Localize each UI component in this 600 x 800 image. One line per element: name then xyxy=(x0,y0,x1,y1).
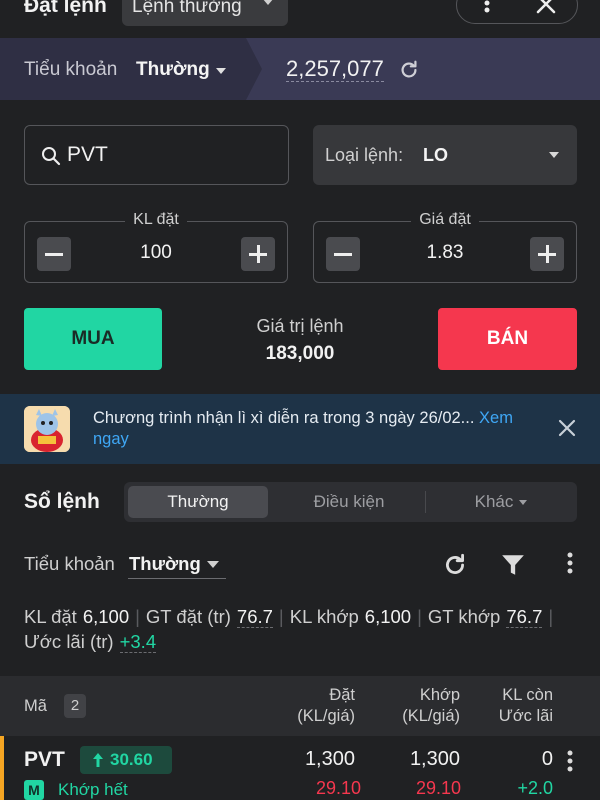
tab-dieu-kien[interactable]: Điều kiện xyxy=(274,486,424,518)
arrow-up-icon xyxy=(93,753,103,767)
chevron-down-icon[interactable] xyxy=(216,68,226,74)
order-mode-dropdown[interactable]: Lệnh thường xyxy=(122,0,288,26)
order-type-label: Loại lệnh: xyxy=(325,145,404,165)
chevron-down-icon[interactable] xyxy=(207,561,219,568)
underline xyxy=(128,578,226,579)
chevron-down-icon xyxy=(519,500,528,506)
column-con-1: KL còn xyxy=(502,686,553,704)
chevron-down-icon xyxy=(549,152,559,158)
status-code-badge: M xyxy=(24,780,44,800)
price-label: Giá đặt xyxy=(411,211,479,228)
row-accent xyxy=(0,736,4,800)
order-book-tabs: Thường Điều kiện Khác xyxy=(124,482,577,522)
kl-dat-value: 6,100 xyxy=(82,606,130,627)
sell-button[interactable]: BÁN xyxy=(438,308,577,370)
more-vertical-icon[interactable] xyxy=(483,0,491,13)
khop-gia: 29.10 xyxy=(415,778,461,798)
tab-thuong[interactable]: Thường xyxy=(128,486,268,518)
symbol-search-input[interactable]: PVT xyxy=(24,125,289,185)
account-bar: Tiểu khoản Thường 2,257,077 xyxy=(0,38,600,100)
order-book-sub-account-label: Tiểu khoản xyxy=(24,553,115,574)
column-khop-1: Khớp xyxy=(419,686,460,704)
order-summary: KL đặt 6,100 | GT đặt (tr) 76.7 | KL khớp 6,100… xyxy=(24,606,554,653)
kl-khop-value: 6,100 xyxy=(364,606,412,627)
column-ma: Mã xyxy=(24,697,47,715)
order-value: 183,000 xyxy=(265,343,335,364)
order-count-badge: 2 xyxy=(64,694,86,718)
promo-text: Chương trình nhận lì xì diễn ra trong 3 … xyxy=(93,409,513,448)
order-type-select[interactable]: Loại lệnh: LO xyxy=(313,125,577,185)
uoc-lai: +2.0 xyxy=(517,778,553,798)
khop-kl: 1,300 xyxy=(409,748,460,770)
quantity-stepper: KL đặt 100 xyxy=(24,211,288,283)
top-bar: Đặt lệnh Lệnh thường xyxy=(0,0,600,38)
more-vertical-icon[interactable] xyxy=(566,551,574,575)
search-icon xyxy=(41,146,61,166)
quantity-increase-button[interactable] xyxy=(241,237,275,271)
column-con-2: Ước lãi xyxy=(498,707,553,725)
order-value-label: Giá trị lệnh xyxy=(256,316,344,336)
order-type-value: LO xyxy=(423,145,448,165)
quantity-label: KL đặt xyxy=(125,211,187,228)
order-book-title: Sổ lệnh xyxy=(24,490,100,513)
order-book-sub-account-select[interactable]: Thường xyxy=(129,553,201,575)
uoc-lai-value: +3.4 xyxy=(119,631,157,653)
buy-button[interactable]: MUA xyxy=(24,308,162,370)
sub-account-select[interactable]: Thường xyxy=(136,59,210,81)
con-kl: 0 xyxy=(541,748,553,770)
more-vertical-icon[interactable] xyxy=(566,750,574,772)
order-table-header: Mã 2 Đặt (KL/giá) Khớp (KL/giá) KL còn Ư… xyxy=(0,676,600,736)
row-symbol: PVT xyxy=(24,748,65,771)
promo-banner[interactable]: Chương trình nhận lì xì diễn ra trong 3 … xyxy=(0,394,600,464)
chevron-down-icon xyxy=(262,0,274,5)
refresh-icon[interactable] xyxy=(442,552,468,578)
status-text: Khớp hết xyxy=(58,780,128,799)
close-icon[interactable] xyxy=(535,0,557,15)
table-row[interactable]: PVT 30.60 M Khớp hết 1,300 29.10 1,300 2… xyxy=(0,736,600,800)
dat-kl: 1,300 xyxy=(304,748,355,770)
order-mode-label: Lệnh thường xyxy=(132,0,242,17)
column-khop-2: (KL/giá) xyxy=(402,707,460,725)
buying-power: 2,257,077 xyxy=(286,56,384,82)
column-dat-1: Đặt xyxy=(329,686,355,704)
sub-account-label: Tiểu khoản xyxy=(24,59,118,80)
price-change-badge: 30.60 xyxy=(80,746,172,774)
column-dat-2: (KL/giá) xyxy=(297,707,355,725)
dat-gia: 29.10 xyxy=(315,778,361,798)
filter-icon[interactable] xyxy=(500,552,526,578)
symbol-value: PVT xyxy=(67,143,108,166)
tab-khac[interactable]: Khác xyxy=(429,486,573,518)
price-increase-button[interactable] xyxy=(530,237,564,271)
tab-divider xyxy=(425,491,426,513)
page-title: Đặt lệnh xyxy=(24,0,107,17)
gt-dat-value: 76.7 xyxy=(236,606,273,628)
price-stepper: Giá đặt 1.83 xyxy=(313,211,577,283)
refresh-icon[interactable] xyxy=(398,59,420,81)
close-icon[interactable] xyxy=(558,419,576,437)
promo-mascot-image xyxy=(24,406,70,452)
header-actions xyxy=(456,0,578,24)
gt-khop-value: 76.7 xyxy=(506,606,543,628)
